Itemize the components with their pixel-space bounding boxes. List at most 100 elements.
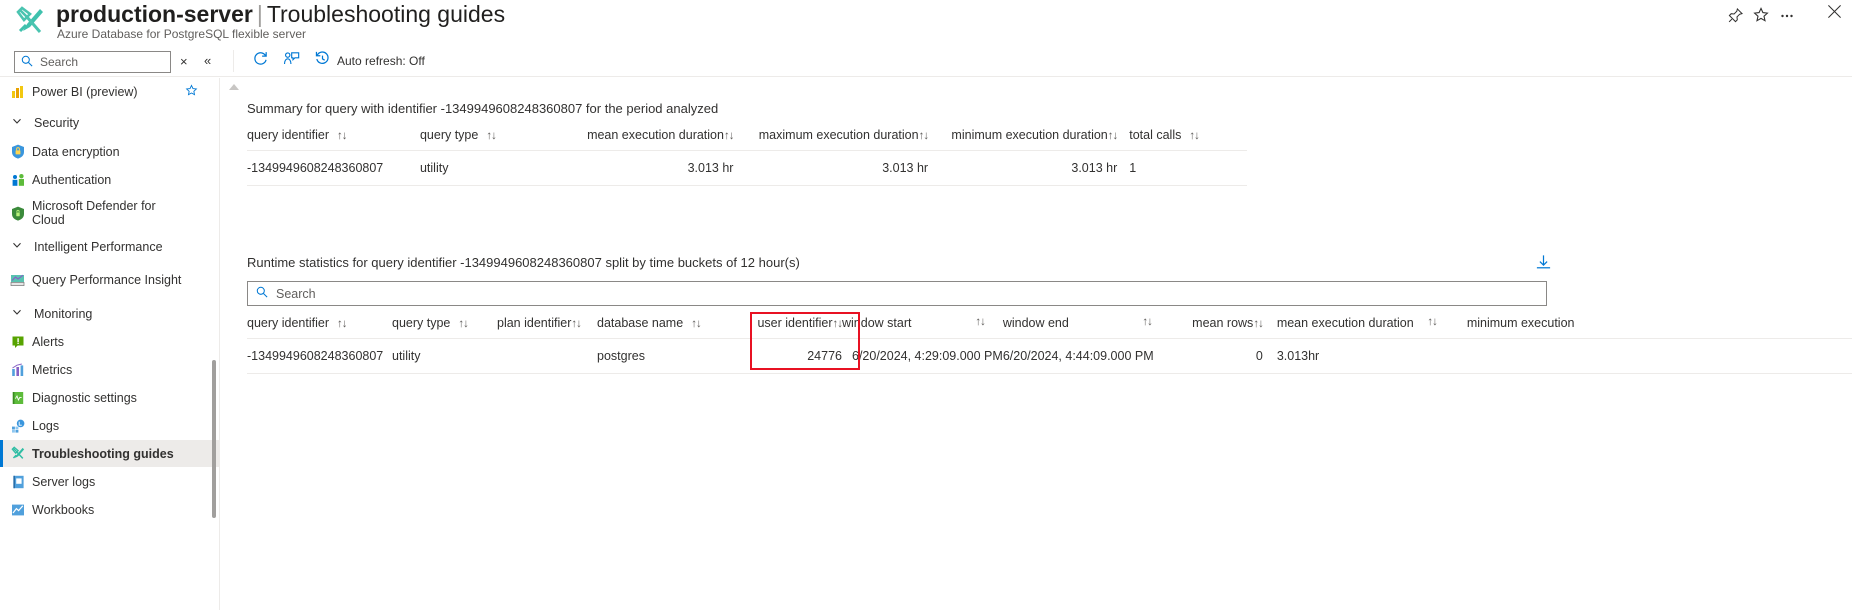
- blade-name: Troubleshooting guides: [266, 1, 506, 27]
- chevron-down-icon: [12, 116, 28, 129]
- col-label: mean execution duration: [1276, 316, 1414, 330]
- col-minimum-execution[interactable]: minimum execution: [1452, 316, 1852, 339]
- sort-icon: ↑↓: [918, 130, 929, 142]
- cell-mean-execution-duration: 3.013 hr: [544, 150, 734, 186]
- sort-icon: ↑↓: [486, 130, 496, 142]
- col-query-identifier[interactable]: query identifier ↑↓: [247, 128, 420, 151]
- col-total-calls[interactable]: total calls ↑↓: [1117, 128, 1247, 151]
- cell-query-identifier: -1349949608248360807: [247, 338, 392, 374]
- cell-maximum-execution-duration: 3.013 hr: [733, 150, 929, 186]
- col-mean-rows[interactable]: mean rows↑↓: [1167, 316, 1264, 339]
- col-query-type[interactable]: query type ↑↓: [392, 316, 497, 339]
- col-mean-execution-duration[interactable]: mean execution duration ↑↓: [1262, 316, 1453, 339]
- resource-type-subtitle: Azure Database for PostgreSQL flexible s…: [57, 27, 307, 41]
- sidebar-item-microsoft-defender-for-cloud[interactable]: Microsoft Defender for Cloud: [0, 194, 220, 232]
- sidebar-item-label: Power BI (preview): [32, 84, 138, 99]
- cell-mean-execution-duration: 3.013hr: [1262, 338, 1453, 374]
- users-icon: [10, 172, 26, 188]
- sidebar-item-workbooks[interactable]: Workbooks: [0, 496, 220, 523]
- sort-icon: ↑↓: [1189, 130, 1199, 142]
- refresh-button[interactable]: [246, 49, 275, 73]
- sidebar-item-metrics[interactable]: Metrics: [0, 356, 220, 383]
- azure-portal-blade: production-server | Troubleshooting guides…: [0, 0, 1852, 610]
- ellipsis-icon[interactable]: [1774, 2, 1800, 28]
- cell-window-start: 6/20/2024, 4:29:09.000 PM: [842, 338, 1003, 374]
- search-icon: [256, 286, 268, 301]
- sidebar-group-security[interactable]: Security: [0, 109, 220, 136]
- sidebar-item-logs[interactable]: Logs: [0, 412, 220, 439]
- sort-icon: ↑↓: [1427, 316, 1437, 328]
- sort-icon: ↑↓: [691, 318, 701, 330]
- sidebar-divider: [219, 78, 220, 610]
- powerbi-icon: [10, 84, 26, 100]
- scroll-up-arrow-icon[interactable]: [229, 84, 239, 90]
- col-label: maximum execution duration: [758, 128, 919, 142]
- cell-query-type: utility: [392, 338, 497, 374]
- col-query-identifier[interactable]: query identifier ↑↓: [247, 316, 392, 339]
- troubleshooting-guides-icon: [14, 4, 48, 38]
- summary-section-title: Summary for query with identifier -13499…: [247, 101, 719, 116]
- favorite-star-icon[interactable]: [185, 83, 198, 100]
- sidebar-item-server-logs[interactable]: Server logs: [0, 468, 220, 495]
- sidebar-item-label: Workbooks: [32, 502, 95, 517]
- sidebar-search-box[interactable]: [14, 51, 171, 73]
- sidebar-group-label: Intelligent Performance: [34, 239, 163, 254]
- sidebar-group-monitoring[interactable]: Monitoring: [0, 300, 220, 327]
- sidebar-item-query-performance-insight[interactable]: Query Performance Insight: [0, 261, 220, 299]
- col-window-end[interactable]: window end ↑↓: [1002, 316, 1168, 339]
- sort-icon: ↑↓: [975, 316, 985, 328]
- sidebar-item-power-bi[interactable]: Power BI (preview): [0, 78, 220, 105]
- refresh-icon: [252, 50, 269, 72]
- col-user-identifier[interactable]: user identifier↑↓: [732, 316, 843, 339]
- sidebar-scrollbar[interactable]: [212, 360, 216, 518]
- col-mean-execution-duration[interactable]: mean execution duration↑↓: [544, 128, 734, 151]
- runtime-search-input[interactable]: [274, 285, 1518, 302]
- sort-icon: ↑↓: [1107, 130, 1118, 142]
- col-maximum-execution-duration[interactable]: maximum execution duration↑↓: [733, 128, 929, 151]
- col-plan-identifier[interactable]: plan identifier↑↓: [497, 316, 597, 339]
- feedback-button[interactable]: [277, 49, 306, 73]
- cell-mean-rows: 0: [1167, 338, 1263, 374]
- col-label: total calls: [1129, 128, 1182, 142]
- collapse-menu-icon[interactable]: «: [204, 53, 211, 68]
- table-row[interactable]: -1349949608248360807 utility postgres 24…: [247, 338, 1852, 374]
- col-database-name[interactable]: database name ↑↓: [597, 316, 732, 339]
- sidebar-item-label: Authentication: [32, 172, 112, 187]
- table-row[interactable]: -1349949608248360807 utility 3.013 hr 3.…: [247, 150, 1247, 186]
- server-logs-icon: [10, 474, 26, 490]
- cell-user-identifier: 24776: [732, 338, 842, 374]
- sidebar-item-diagnostic-settings[interactable]: Diagnostic settings: [0, 384, 220, 411]
- search-clear-icon[interactable]: ×: [180, 54, 188, 69]
- runtime-search-box[interactable]: [247, 281, 1547, 306]
- cell-total-calls: 1: [1117, 150, 1247, 186]
- search-input[interactable]: [38, 54, 158, 70]
- sort-icon: ↑↓: [571, 318, 581, 330]
- col-window-start[interactable]: window start ↑↓: [842, 316, 1003, 339]
- auto-refresh-button[interactable]: Auto refresh: Off: [308, 49, 431, 73]
- col-query-type[interactable]: query type ↑↓: [419, 128, 545, 151]
- sidebar-item-alerts[interactable]: Alerts: [0, 328, 220, 355]
- key-shield-icon: [10, 144, 26, 160]
- col-label: query identifier: [247, 316, 329, 330]
- col-label: minimum execution: [1466, 316, 1575, 330]
- col-minimum-execution-duration[interactable]: minimum execution duration↑↓: [928, 128, 1118, 151]
- chevron-down-icon: [12, 240, 28, 253]
- sidebar-item-troubleshooting-guides[interactable]: Troubleshooting guides: [0, 440, 220, 467]
- runtime-section-title: Runtime statistics for query identifier …: [247, 255, 800, 270]
- cell-plan-identifier: [497, 338, 597, 374]
- troubleshooting-content: Summary for query with identifier -13499…: [221, 78, 1852, 610]
- close-icon[interactable]: [1827, 4, 1842, 23]
- wrench-icon: [10, 446, 26, 462]
- download-icon: [1535, 254, 1552, 276]
- cell-minimum-execution: [1452, 338, 1852, 374]
- download-button[interactable]: [1532, 254, 1554, 276]
- pin-icon[interactable]: [1722, 2, 1748, 28]
- sidebar-group-intelligent-performance[interactable]: Intelligent Performance: [0, 233, 220, 260]
- col-label: query identifier: [247, 128, 329, 142]
- summary-table: query identifier ↑↓ query type ↑↓ mean exe…: [247, 128, 1247, 186]
- sort-icon: ↑↓: [1253, 318, 1263, 330]
- sidebar-item-authentication[interactable]: Authentication: [0, 166, 220, 193]
- sidebar-item-data-encryption[interactable]: Data encryption: [0, 138, 220, 165]
- star-icon[interactable]: [1748, 2, 1774, 28]
- clock-history-icon: [314, 50, 331, 72]
